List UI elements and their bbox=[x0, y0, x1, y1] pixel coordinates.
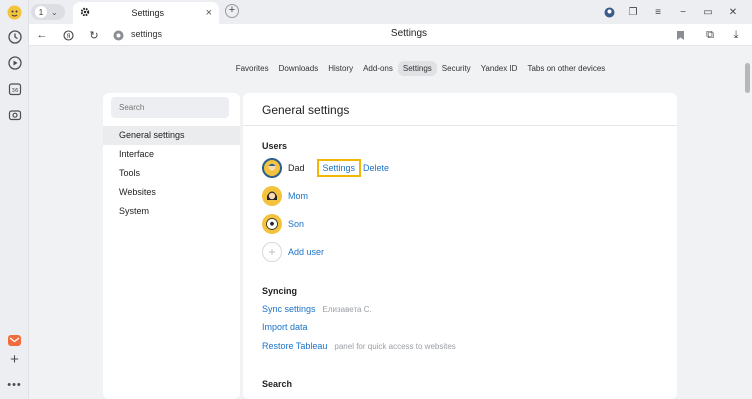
tab-other-devices[interactable]: Tabs on other devices bbox=[522, 61, 610, 76]
settings-topnav: Favorites Downloads History Add-ons Sett… bbox=[29, 61, 752, 76]
history-clock-icon[interactable] bbox=[5, 27, 24, 46]
section-title: General settings bbox=[262, 103, 350, 117]
account-icon[interactable] bbox=[602, 5, 616, 19]
sidebar-item-tools[interactable]: Tools bbox=[103, 164, 240, 183]
profile-avatar-icon[interactable] bbox=[5, 3, 24, 22]
download-icon[interactable]: ⤓ bbox=[728, 27, 744, 43]
tab-settings-page[interactable]: Settings bbox=[397, 61, 437, 76]
user-link-son[interactable]: Son bbox=[288, 219, 304, 229]
tab-downloads[interactable]: Downloads bbox=[274, 61, 324, 76]
settings-content: Favorites Downloads History Add-ons Sett… bbox=[29, 47, 752, 399]
mom-avatar-icon bbox=[262, 186, 282, 206]
address-bar: ← Я ↻ settings Settings ⧉ ⤓ bbox=[29, 24, 752, 46]
chevron-down-icon: ⌄ bbox=[51, 7, 58, 17]
user-delete-link[interactable]: Delete bbox=[363, 163, 389, 173]
sync-account-name: Елизавета С. bbox=[322, 304, 372, 314]
son-avatar-icon bbox=[262, 214, 282, 234]
calendar-icon[interactable]: 36 bbox=[5, 79, 24, 98]
left-rail: 36 + ••• bbox=[0, 0, 29, 399]
sidebar-item-general[interactable]: General settings bbox=[103, 126, 240, 145]
extensions-icon[interactable]: ⧉ bbox=[702, 27, 718, 43]
back-arrow-icon[interactable]: ← bbox=[34, 27, 50, 43]
add-user-link[interactable]: Add user bbox=[288, 247, 324, 257]
menu-icon[interactable]: ≡ bbox=[651, 5, 665, 19]
protect-icon[interactable]: Я bbox=[60, 27, 76, 43]
reload-icon[interactable]: ↻ bbox=[86, 27, 102, 43]
sync-settings-row: Sync settings Елизавета С. bbox=[262, 304, 372, 314]
user-row-son: Son bbox=[262, 213, 304, 235]
tab-bar: 1 ⌄ Settings × + ❐ ≡ − ▭ ✕ bbox=[29, 0, 752, 24]
tab-title: Settings bbox=[131, 8, 165, 18]
media-play-icon[interactable] bbox=[5, 53, 24, 72]
more-icon[interactable]: ••• bbox=[5, 375, 24, 394]
collections-icon[interactable]: ❐ bbox=[626, 5, 640, 19]
user-settings-link[interactable]: Settings bbox=[316, 159, 362, 177]
add-panel-icon[interactable]: + bbox=[5, 350, 24, 369]
tab-count: 1 bbox=[35, 6, 47, 18]
restore-tableau-link[interactable]: Restore Tableau bbox=[262, 341, 327, 351]
page-title: Settings bbox=[390, 28, 428, 39]
settings-panel: General settings Users Dad Settings Dele… bbox=[243, 93, 677, 399]
search-heading: Search bbox=[262, 379, 293, 389]
settings-sidebar: General settings Interface Tools Website… bbox=[103, 93, 240, 399]
users-heading: Users bbox=[262, 141, 288, 151]
divider bbox=[243, 125, 677, 126]
syncing-heading: Syncing bbox=[262, 286, 298, 296]
add-user-row[interactable]: + Add user bbox=[262, 241, 324, 263]
new-tab-button[interactable]: + bbox=[225, 4, 239, 18]
site-info-icon[interactable] bbox=[110, 27, 126, 43]
tab-history[interactable]: History bbox=[323, 61, 358, 76]
restore-icon[interactable]: ▭ bbox=[701, 5, 715, 19]
close-tab-icon[interactable]: × bbox=[206, 7, 212, 19]
close-window-icon[interactable]: ✕ bbox=[726, 5, 740, 19]
mail-icon[interactable] bbox=[5, 331, 24, 350]
dad-avatar-icon bbox=[262, 158, 282, 178]
sync-settings-link[interactable]: Sync settings bbox=[262, 304, 316, 314]
user-row-mom: Mom bbox=[262, 185, 308, 207]
restore-tableau-row: Restore Tableau panel for quick access t… bbox=[262, 341, 456, 351]
svg-text:Я: Я bbox=[66, 33, 70, 40]
tab-security[interactable]: Security bbox=[437, 61, 476, 76]
tab-favorites[interactable]: Favorites bbox=[231, 61, 274, 76]
sidebar-item-websites[interactable]: Websites bbox=[103, 183, 240, 202]
plus-icon: + bbox=[262, 242, 282, 262]
svg-text:36: 36 bbox=[11, 88, 18, 94]
user-name: Dad bbox=[288, 163, 305, 173]
screenshot-icon[interactable] bbox=[5, 105, 24, 124]
import-data-row: Import data bbox=[262, 322, 308, 332]
restore-tableau-description: panel for quick access to websites bbox=[334, 341, 456, 351]
user-row-dad: Dad Settings Delete bbox=[262, 157, 389, 179]
tab-settings[interactable]: Settings × bbox=[73, 2, 219, 24]
user-link-mom[interactable]: Mom bbox=[288, 191, 308, 201]
tab-yandex-id[interactable]: Yandex ID bbox=[476, 61, 523, 76]
tab-count-button[interactable]: 1 ⌄ bbox=[31, 4, 65, 20]
minimize-icon[interactable]: − bbox=[676, 5, 690, 19]
tab-addons[interactable]: Add-ons bbox=[358, 61, 398, 76]
search-input[interactable] bbox=[111, 97, 229, 118]
gear-icon bbox=[80, 7, 90, 19]
scrollbar[interactable] bbox=[745, 63, 750, 93]
import-data-link[interactable]: Import data bbox=[262, 322, 308, 332]
bookmark-icon[interactable] bbox=[672, 27, 688, 43]
url-text[interactable]: settings bbox=[131, 29, 162, 39]
sidebar-item-system[interactable]: System bbox=[103, 202, 240, 221]
sidebar-item-interface[interactable]: Interface bbox=[103, 145, 240, 164]
